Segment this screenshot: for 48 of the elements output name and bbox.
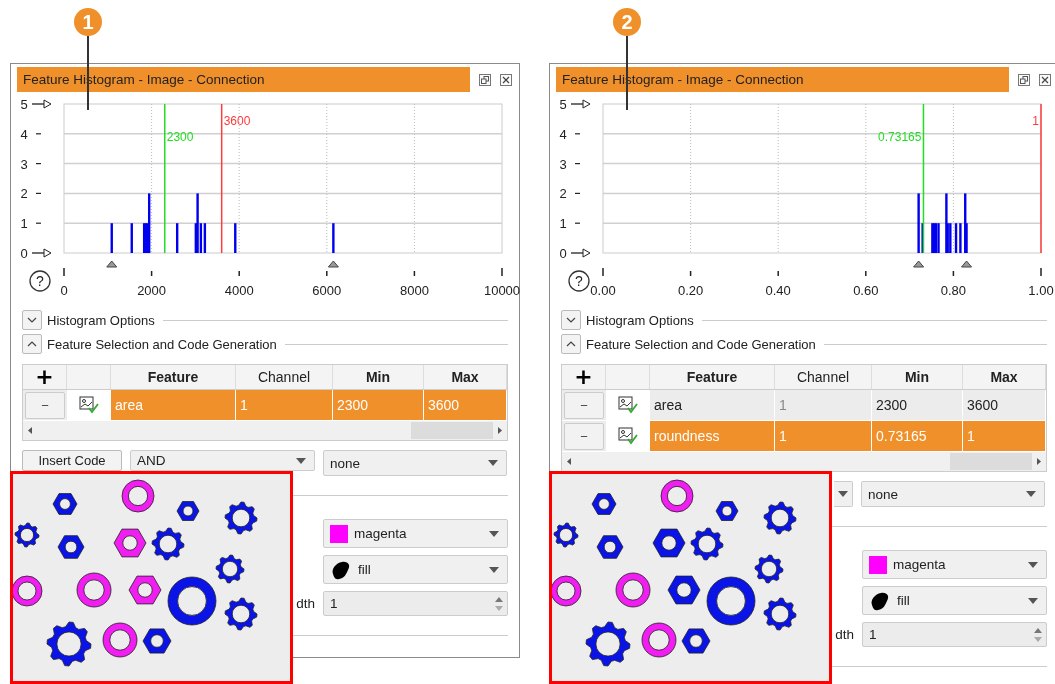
threshold-label: 0.73165 [878,130,922,144]
y-axis-label: 1 [20,216,28,232]
x-axis-label: 2000 [137,283,167,298]
y-axis-label: 2 [559,186,567,202]
table-cell: 1 [963,421,1046,451]
x-axis-label: 0.60 [853,283,879,298]
section-title: Feature Selection and Code Generation [586,336,816,352]
table-cell: area [650,390,775,420]
table-cell: 1 [236,390,333,420]
section-title: Histogram Options [586,312,694,328]
y-axis-label: 2 [20,186,28,202]
table-cell: 0.73165 [872,421,963,451]
table-cell: 3600 [424,390,507,420]
x-axis-label: 0.20 [677,283,704,298]
x-axis-label: 0.00 [590,283,616,298]
x-axis-label: 10000 [483,283,521,298]
x-axis-label: 8000 [399,283,429,298]
y-axis-label: 5 [20,97,28,112]
x-axis-label: 0 [60,283,68,298]
y-axis-label: 1 [559,216,567,232]
table-cell: 2300 [333,390,424,420]
x-axis-label: 0.40 [765,283,791,298]
table-cell: roundness [650,421,775,451]
y-axis-label: 4 [559,126,567,142]
x-axis-label: 4000 [224,283,254,298]
section-title: Feature Selection and Code Generation [47,336,277,352]
step-number-badge: 1 [74,8,102,36]
x-axis-label: 1.00 [1028,283,1054,298]
table-cell: 3600 [963,390,1046,420]
line-width-label: dth [835,627,854,642]
table-cell: area [111,390,236,420]
line-width-label: dth [296,596,315,611]
threshold-label: 3600 [223,114,251,128]
y-axis-label: 0 [20,246,28,261]
y-axis-label: 0 [559,246,567,261]
x-axis-label: 0.80 [940,283,967,298]
x-axis-label: 6000 [312,283,342,298]
threshold-label: 2300 [166,130,194,144]
y-axis-label: 3 [559,156,567,172]
step-number-badge: 2 [613,8,641,36]
threshold-label: 1 [1032,114,1039,128]
y-axis-label: 4 [20,126,28,142]
y-axis-label: 5 [559,97,567,112]
table-cell: 2300 [872,390,963,420]
table-cell: 1 [775,390,872,420]
table-cell: 1 [775,421,872,451]
section-title: Histogram Options [47,312,155,328]
y-axis-label: 3 [20,156,28,172]
